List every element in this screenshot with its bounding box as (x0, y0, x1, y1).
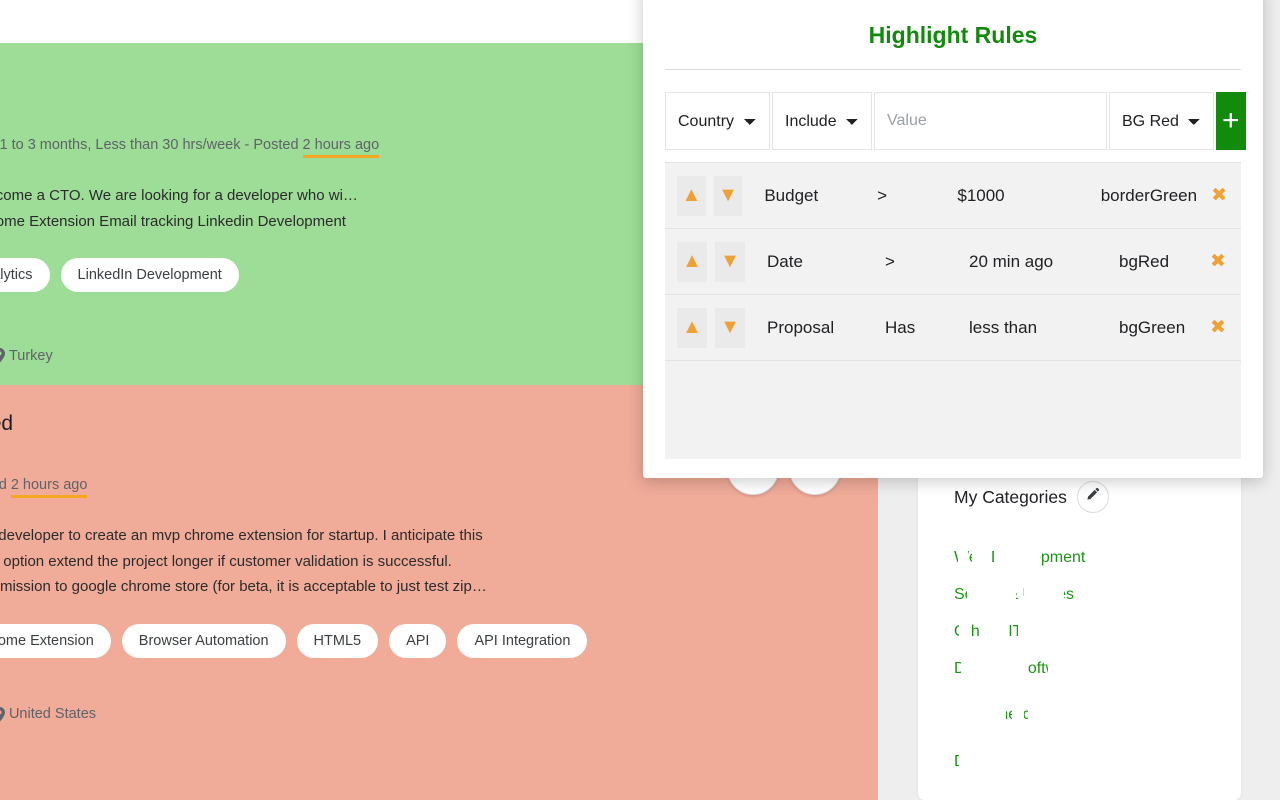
rule-style: borderGreen (1100, 185, 1198, 205)
job-tag[interactable]: Google Analytics (0, 258, 50, 292)
job-tag[interactable]: API (389, 623, 447, 658)
my-categories-panel: My Categories Web Development Scripts & … (917, 464, 1242, 800)
job-location-label: United States (8, 706, 97, 722)
job-description-line: …he following are a plus: - submission t… (0, 578, 487, 595)
job-description-line: …ximately one month, with the option ext… (0, 552, 452, 570)
job-location: United States (0, 706, 96, 722)
category-item[interactable]: Web Development (954, 539, 1221, 576)
job-tag-list: JavaScript Google Chrome Extension Brows… (0, 623, 844, 658)
table-row[interactable]: ▲ ▼ Budget > $1000 borderGreen ✖ (665, 163, 1241, 229)
job-location-label: Turkey (8, 347, 53, 364)
my-categories-title: My Categories (954, 486, 1067, 507)
job-tag[interactable]: HTML5 (296, 623, 379, 658)
job-location: Turkey (0, 348, 53, 364)
job-tag[interactable]: Browser Automation (121, 623, 286, 658)
job-meta-text: … - Est. Budget: $2,000 - Posted (0, 477, 7, 493)
edit-categories-button[interactable] (1076, 481, 1109, 513)
rule-value: 20 min ago (969, 251, 1054, 271)
delete-rule-icon[interactable]: ✖ (1197, 184, 1241, 207)
category-item[interactable]: Data Extraction / ETL (954, 743, 1221, 780)
job-meta-text: …00 - Intermediate - Est. Time: 1 to 3 m… (0, 137, 299, 153)
rule-field-select[interactable]: Country (665, 92, 770, 150)
rule-value: less than (969, 317, 1038, 337)
rule-field: Proposal (767, 317, 835, 337)
category-item[interactable]: Scripts & Utilities (954, 576, 1221, 613)
category-item[interactable]: Other - IT & Networking (954, 613, 1221, 650)
category-item[interactable]: Ecommerce Development (954, 687, 1221, 743)
rule-style: bgGreen (1119, 317, 1186, 337)
job-meta: … - Est. Budget: $2,000 - Posted 2 hours… (0, 475, 844, 498)
job-tag[interactable]: LinkedIn Development (60, 258, 239, 292)
rules-table-empty-area (665, 361, 1241, 459)
job-description: …r looking for an experienced developer … (0, 523, 844, 600)
move-down-icon[interactable]: ▼ (715, 307, 745, 348)
job-posted-ago: 2 hours ago (10, 477, 88, 498)
rule-style-select[interactable]: BG Red (1109, 92, 1214, 150)
app-root: …neer …00 - Intermediate - Est. Time: 1 … (0, 0, 1280, 800)
delete-rule-icon[interactable]: ✖ (1195, 250, 1241, 273)
move-up-icon[interactable]: ▲ (677, 241, 707, 282)
move-up-icon[interactable]: ▲ (677, 307, 707, 348)
move-down-icon[interactable]: ▼ (713, 175, 743, 216)
rule-value-input[interactable] (874, 92, 1107, 150)
table-row[interactable]: ▲ ▼ Date > 20 min ago bgRed ✖ (665, 229, 1241, 295)
modal-divider (665, 69, 1241, 70)
job-tag[interactable]: API Integration (457, 623, 588, 658)
my-categories-header: My Categories (954, 481, 1221, 513)
rule-operator: > (877, 185, 888, 205)
highlight-rules-modal: Highlight Rules Country Include BG Red +… (643, 0, 1263, 478)
rule-operator: > (885, 251, 895, 271)
move-down-icon[interactable]: ▼ (715, 241, 745, 282)
move-up-icon[interactable]: ▲ (677, 175, 706, 216)
job-posted-ago: 2 hours ago (302, 137, 380, 158)
location-pin-icon (0, 706, 5, 722)
delete-rule-icon[interactable]: ✖ (1195, 316, 1241, 339)
add-rule-form: Country Include BG Red + (665, 92, 1246, 150)
location-pin-icon (0, 348, 5, 363)
category-item[interactable]: Desktop Software Development (954, 650, 1221, 687)
rule-value: $1000 (957, 185, 1005, 205)
pencil-icon (1085, 487, 1100, 507)
modal-title: Highlight Rules (868, 22, 1038, 48)
table-row[interactable]: ▲ ▼ Proposal Has less than bgGreen ✖ (665, 295, 1241, 361)
rule-style: bgRed (1119, 251, 1170, 271)
add-rule-button[interactable]: + (1216, 92, 1246, 150)
rules-table: ▲ ▼ Budget > $1000 borderGreen ✖ ▲ ▼ Dat… (665, 162, 1241, 459)
rule-field: Budget (764, 185, 819, 205)
rule-field: Date (767, 251, 803, 271)
rule-operator: Has (885, 317, 916, 337)
job-tag[interactable]: Google Chrome Extension (0, 623, 111, 658)
rule-operator-select[interactable]: Include (772, 92, 872, 150)
job-description-line: …r looking for an experienced developer … (0, 527, 483, 544)
job-footer: …ed ★★★★★ $0 spent United States (0, 704, 844, 725)
